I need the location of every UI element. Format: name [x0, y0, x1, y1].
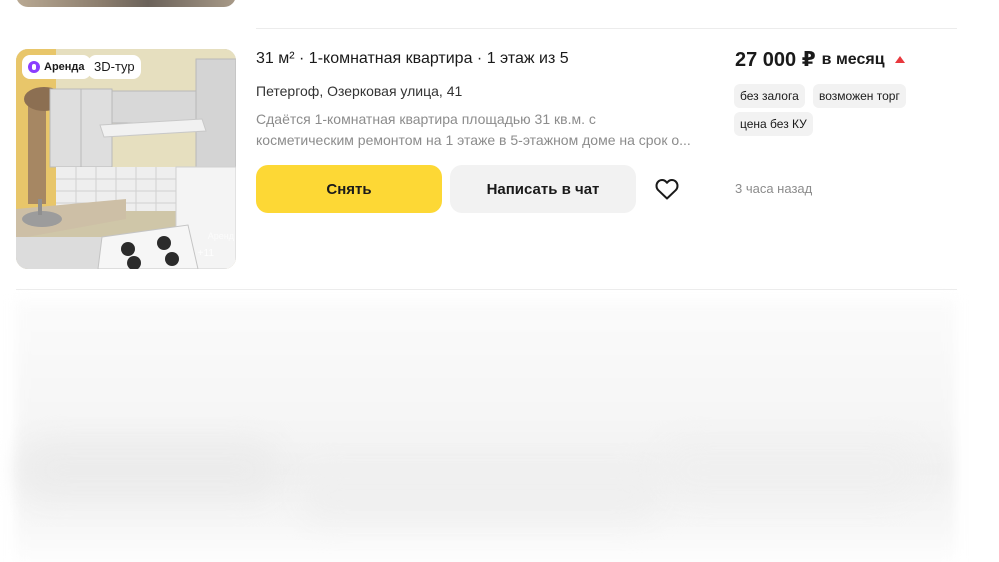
- more-photos-count: +11: [197, 248, 214, 259]
- listing-address[interactable]: Петергоф, Озерковая улица, 41: [256, 83, 462, 99]
- arenda-badge-label: Аренда: [44, 61, 85, 73]
- listing-page: Аренда 3D-тур Аренд +11 31 м² · 1-комнат…: [0, 0, 999, 562]
- price-amount: 27 000 ₽: [735, 49, 816, 71]
- arenda-badge: Аренда: [22, 55, 91, 79]
- listing-price: 27 000 ₽ в месяц: [735, 47, 905, 72]
- tag-negotiable: возможен торг: [813, 84, 906, 108]
- tag-utilities-excluded: цена без КУ: [734, 112, 813, 136]
- tag-no-deposit: без залога: [734, 84, 805, 108]
- write-to-chat-button[interactable]: Написать в чат: [450, 165, 636, 213]
- 3d-tour-label: 3D-тур: [94, 59, 135, 74]
- price-up-arrow-icon[interactable]: [894, 56, 905, 63]
- divider: [256, 28, 957, 29]
- listing-photo[interactable]: Аренда 3D-тур Аренд +11: [16, 49, 236, 269]
- posted-time: 3 часа назад: [735, 181, 813, 196]
- heart-icon: [655, 178, 679, 200]
- photo-watermark: Аренд: [207, 231, 234, 241]
- divider: [16, 289, 957, 290]
- favorite-button[interactable]: [652, 174, 682, 204]
- listing-title[interactable]: 31 м² · 1-комнатная квартира · 1 этаж из…: [256, 50, 569, 68]
- price-period: в месяц: [821, 50, 885, 68]
- listing-description: Сдаётся 1-комнатная квартира площадью 31…: [256, 109, 696, 151]
- 3d-tour-badge[interactable]: 3D-тур: [88, 55, 141, 79]
- description-line: Сдаётся 1-комнатная квартира площадью 31…: [256, 111, 596, 127]
- previous-listing-photo[interactable]: [16, 0, 236, 7]
- loading-placeholder: [16, 300, 956, 562]
- loading-blob: [300, 470, 660, 520]
- description-line: косметическим ремонтом на 1 этаже в 5-эт…: [256, 132, 691, 148]
- loading-blob: [20, 440, 280, 500]
- loading-blob: [660, 440, 920, 500]
- purple-logo-icon: [28, 61, 40, 73]
- kitchen-photo-illustration: [16, 49, 236, 269]
- rent-button[interactable]: Снять: [256, 165, 442, 213]
